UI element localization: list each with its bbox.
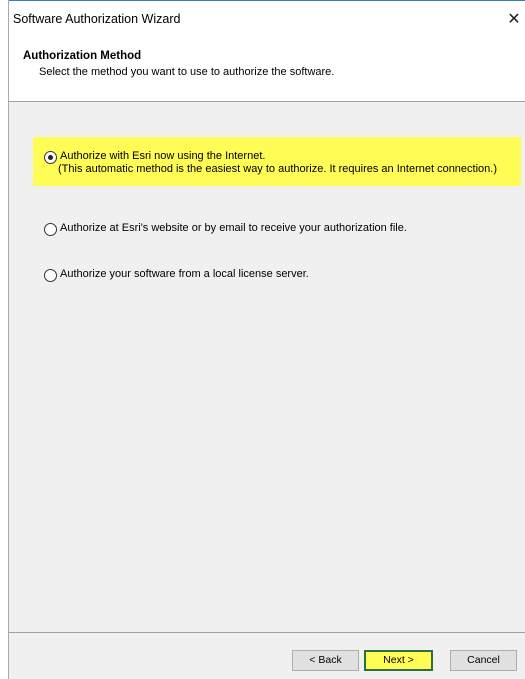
page-subtitle: Select the method you want to use to aut…	[39, 66, 335, 78]
option-internet-label: Authorize with Esri now using the Intern…	[60, 150, 266, 162]
next-button[interactable]: Next >	[364, 650, 433, 671]
wizard-header: Authorization Method Select the method y…	[9, 40, 525, 102]
option-internet[interactable]: Authorize with Esri now using the Intern…	[44, 150, 497, 176]
option-license-server[interactable]: Authorize your software from a local lic…	[44, 268, 309, 282]
window-title: Software Authorization Wizard	[13, 12, 181, 26]
option-license-server-label[interactable]: Authorize your software from a local lic…	[60, 268, 309, 281]
cancel-button[interactable]: Cancel	[450, 650, 517, 671]
wizard-body: Authorize with Esri now using the Intern…	[9, 102, 525, 632]
back-button[interactable]: < Back	[292, 650, 359, 671]
close-icon[interactable]: ✕	[503, 9, 525, 31]
option-internet-text[interactable]: Authorize with Esri now using the Intern…	[58, 150, 498, 176]
option-internet-description: (This automatic method is the easiest wa…	[58, 163, 498, 175]
radio-internet[interactable]	[44, 151, 57, 164]
radio-website-email[interactable]	[44, 223, 57, 236]
option-website-email-label[interactable]: Authorize at Esri's website or by email …	[60, 222, 407, 235]
title-bar: Software Authorization Wizard ✕	[9, 0, 525, 40]
background-edge	[0, 0, 8, 679]
page-title: Authorization Method	[23, 50, 142, 62]
wizard-footer: < Back Next > Cancel	[9, 633, 525, 679]
radio-license-server[interactable]	[44, 269, 57, 282]
wizard-window: Software Authorization Wizard ✕ Authoriz…	[8, 0, 525, 679]
option-website-email[interactable]: Authorize at Esri's website or by email …	[44, 222, 407, 236]
